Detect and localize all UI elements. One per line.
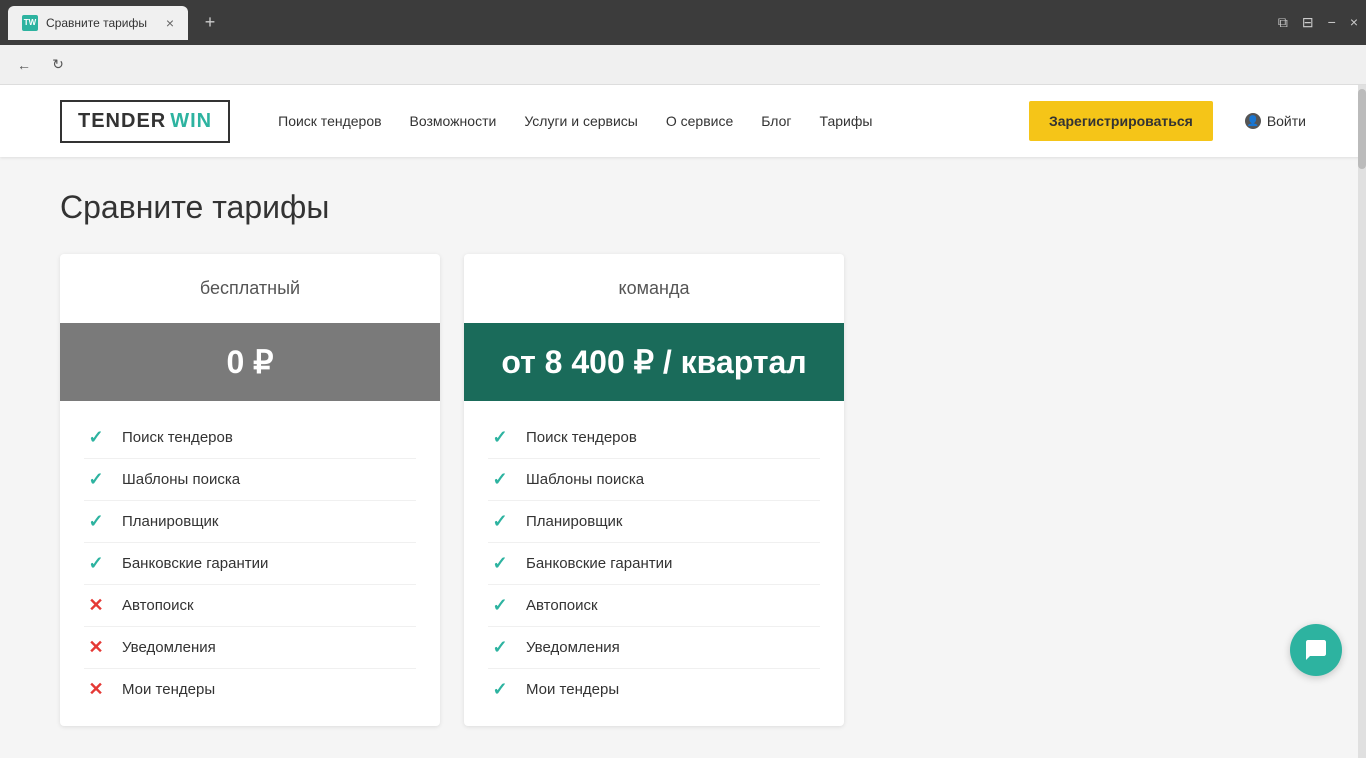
scrollbar[interactable] bbox=[1358, 85, 1366, 758]
team-feature-4: ✓ Банковские гарантии bbox=[488, 543, 820, 585]
user-icon: 👤 bbox=[1245, 113, 1261, 129]
feature-label: Шаблоны поиска bbox=[122, 471, 240, 488]
feature-label: Уведомления bbox=[526, 639, 620, 656]
free-plan-card: бесплатный 0 ₽ ✓ Поиск тендеров ✓ Шаблон… bbox=[60, 254, 440, 726]
nav-link-search[interactable]: Поиск тендеров bbox=[278, 113, 381, 129]
logo-tender: TENDER bbox=[78, 110, 166, 133]
nav-link-blog[interactable]: Блог bbox=[761, 113, 791, 129]
team-plan-card: команда от 8 400 ₽ / квартал ✓ Поиск тен… bbox=[464, 254, 844, 726]
free-feature-1: ✓ Поиск тендеров bbox=[84, 417, 416, 459]
logo-win: WIN bbox=[170, 110, 212, 133]
free-feature-6: ✕ Уведомления bbox=[84, 627, 416, 669]
feature-label: Поиск тендеров bbox=[122, 429, 233, 446]
free-plan-features: ✓ Поиск тендеров ✓ Шаблоны поиска ✓ План… bbox=[60, 401, 440, 726]
feature-label: Автопоиск bbox=[526, 597, 598, 614]
close-window-icon[interactable]: × bbox=[1350, 14, 1358, 31]
free-plan-price: 0 ₽ bbox=[60, 323, 440, 401]
nav-links: Поиск тендеров Возможности Услуги и серв… bbox=[278, 113, 997, 129]
team-feature-7: ✓ Мои тендеры bbox=[488, 669, 820, 710]
register-button[interactable]: Зарегистрироваться bbox=[1029, 101, 1213, 141]
tab-favicon: TW bbox=[22, 15, 38, 31]
feature-label: Банковские гарантии bbox=[122, 555, 268, 572]
free-feature-5: ✕ Автопоиск bbox=[84, 585, 416, 627]
nav-link-about[interactable]: О сервисе bbox=[666, 113, 733, 129]
browser-chrome: TW Сравните тарифы × + ⧉ ⊟ − × bbox=[0, 0, 1366, 45]
nav-link-features[interactable]: Возможности bbox=[410, 113, 497, 129]
team-plan-header: команда bbox=[464, 254, 844, 323]
free-feature-2: ✓ Шаблоны поиска bbox=[84, 459, 416, 501]
team-feature-6: ✓ Уведомления bbox=[488, 627, 820, 669]
check-icon: ✓ bbox=[84, 427, 108, 448]
check-icon: ✓ bbox=[84, 553, 108, 574]
check-icon: ✓ bbox=[488, 427, 512, 448]
team-feature-3: ✓ Планировщик bbox=[488, 501, 820, 543]
check-icon: ✓ bbox=[488, 595, 512, 616]
nav-link-services[interactable]: Услуги и сервисы bbox=[524, 113, 638, 129]
new-tab-button[interactable]: + bbox=[196, 9, 224, 37]
login-label: Войти bbox=[1267, 113, 1306, 129]
navbar: TENDER WIN Поиск тендеров Возможности Ус… bbox=[0, 85, 1366, 157]
feature-label: Поиск тендеров bbox=[526, 429, 637, 446]
page-content: TENDER WIN Поиск тендеров Возможности Ус… bbox=[0, 85, 1366, 758]
address-bar: ← ↻ bbox=[0, 45, 1366, 85]
main-content: Сравните тарифы бесплатный 0 ₽ ✓ Поиск т… bbox=[0, 157, 1366, 758]
feature-label: Мои тендеры bbox=[122, 681, 215, 698]
check-icon: ✓ bbox=[84, 469, 108, 490]
team-feature-5: ✓ Автопоиск bbox=[488, 585, 820, 627]
refresh-button[interactable]: ↻ bbox=[46, 53, 70, 77]
page-title: Сравните тарифы bbox=[60, 189, 1306, 226]
feature-label: Планировщик bbox=[122, 513, 218, 530]
feature-label: Уведомления bbox=[122, 639, 216, 656]
free-plan-header: бесплатный bbox=[60, 254, 440, 323]
check-icon: ✓ bbox=[488, 637, 512, 658]
free-feature-7: ✕ Мои тендеры bbox=[84, 669, 416, 710]
free-feature-3: ✓ Планировщик bbox=[84, 501, 416, 543]
cross-icon: ✕ bbox=[84, 637, 108, 658]
feature-label: Мои тендеры bbox=[526, 681, 619, 698]
browser-tab[interactable]: TW Сравните тарифы × bbox=[8, 6, 188, 40]
check-icon: ✓ bbox=[488, 553, 512, 574]
tab-close-icon[interactable]: × bbox=[166, 16, 174, 30]
menu-icon[interactable]: ⊟ bbox=[1302, 14, 1314, 31]
check-icon: ✓ bbox=[488, 679, 512, 700]
free-feature-4: ✓ Банковские гарантии bbox=[84, 543, 416, 585]
feature-label: Автопоиск bbox=[122, 597, 194, 614]
cross-icon: ✕ bbox=[84, 679, 108, 700]
feature-label: Планировщик bbox=[526, 513, 622, 530]
chat-button[interactable] bbox=[1290, 624, 1342, 676]
check-icon: ✓ bbox=[84, 511, 108, 532]
nav-link-tariffs[interactable]: Тарифы bbox=[820, 113, 873, 129]
feature-label: Банковские гарантии bbox=[526, 555, 672, 572]
team-plan-price: от 8 400 ₽ / квартал bbox=[464, 323, 844, 401]
tab-title: Сравните тарифы bbox=[46, 16, 158, 30]
scrollbar-thumb[interactable] bbox=[1358, 89, 1366, 169]
team-feature-1: ✓ Поиск тендеров bbox=[488, 417, 820, 459]
browser-window-controls[interactable]: ⧉ ⊟ − × bbox=[1278, 14, 1358, 31]
check-icon: ✓ bbox=[488, 469, 512, 490]
chat-icon bbox=[1304, 638, 1328, 662]
login-button[interactable]: 👤 Войти bbox=[1245, 113, 1306, 129]
team-plan-features: ✓ Поиск тендеров ✓ Шаблоны поиска ✓ План… bbox=[464, 401, 844, 726]
pricing-grid: бесплатный 0 ₽ ✓ Поиск тендеров ✓ Шаблон… bbox=[60, 254, 1306, 726]
minimize-icon[interactable]: − bbox=[1328, 14, 1336, 31]
back-button[interactable]: ← bbox=[12, 53, 36, 77]
logo[interactable]: TENDER WIN bbox=[60, 100, 230, 143]
restore-icon[interactable]: ⧉ bbox=[1278, 14, 1288, 31]
team-feature-2: ✓ Шаблоны поиска bbox=[488, 459, 820, 501]
feature-label: Шаблоны поиска bbox=[526, 471, 644, 488]
cross-icon: ✕ bbox=[84, 595, 108, 616]
check-icon: ✓ bbox=[488, 511, 512, 532]
